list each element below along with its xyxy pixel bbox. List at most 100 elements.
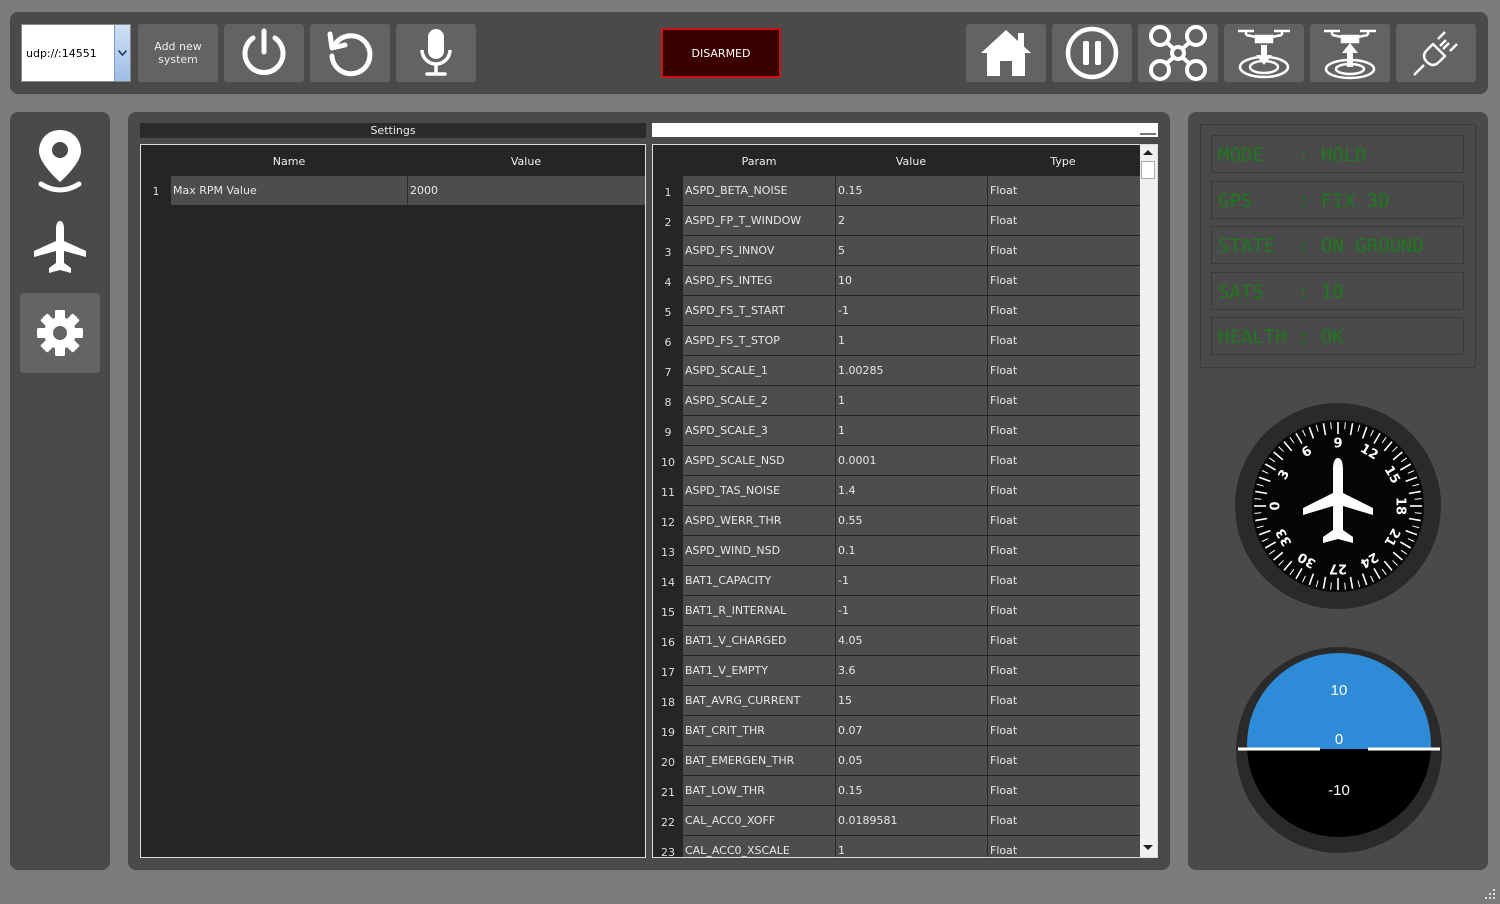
table-row[interactable]: 1 ASPD_BETA_NOISE 0.15 Float — [653, 176, 1140, 205]
param-value[interactable]: 0.1 — [838, 544, 856, 557]
param-type: Float — [990, 544, 1018, 557]
disconnect-button[interactable] — [1396, 24, 1476, 82]
scroll-up-arrow-icon[interactable] — [1143, 150, 1153, 155]
row-number: 16 — [661, 636, 675, 649]
pause-button[interactable] — [1052, 24, 1132, 82]
param-type: Float — [990, 514, 1018, 527]
param-value[interactable]: 0.07 — [838, 724, 863, 737]
column-separator — [987, 566, 988, 595]
param-value[interactable]: 10 — [838, 274, 852, 287]
param-type: Float — [990, 364, 1018, 377]
table-row[interactable]: 14 BAT1_CAPACITY -1 Float — [653, 566, 1140, 595]
table-row[interactable]: 10 ASPD_SCALE_NSD 0.0001 Float — [653, 446, 1140, 475]
table-row[interactable]: 6 ASPD_FS_T_STOP 1 Float — [653, 326, 1140, 355]
add-new-system-button[interactable]: Add new system — [138, 24, 218, 82]
microphone-button[interactable] — [396, 24, 476, 82]
reset-button[interactable] — [310, 24, 390, 82]
param-value[interactable]: 1 — [838, 844, 845, 857]
home-button[interactable] — [966, 24, 1046, 82]
connection-select[interactable]: udp://:14551 — [21, 24, 131, 82]
param-value[interactable]: 3.6 — [838, 664, 856, 677]
table-row[interactable]: 1 Max RPM Value 2000 — [141, 176, 645, 205]
nav-map-button[interactable] — [20, 121, 100, 201]
table-row[interactable]: 15 BAT1_R_INTERNAL -1 Float — [653, 596, 1140, 625]
table-row[interactable]: 21 BAT_LOW_THR 0.15 Float — [653, 776, 1140, 805]
params-scrollbar-thumb[interactable] — [1141, 161, 1155, 179]
param-type: Float — [990, 634, 1018, 647]
column-separator — [835, 416, 836, 445]
table-row[interactable]: 20 BAT_EMERGEN_THR 0.05 Float — [653, 746, 1140, 775]
table-row[interactable]: 18 BAT_AVRG_CURRENT 15 Float — [653, 686, 1140, 715]
param-value[interactable]: -1 — [838, 304, 849, 317]
land-button[interactable] — [1224, 24, 1304, 82]
drone-mode-button[interactable] — [1138, 24, 1218, 82]
resize-grip-icon[interactable] — [1484, 888, 1496, 900]
param-value[interactable]: 0.55 — [838, 514, 863, 527]
table-row[interactable]: 2 ASPD_FP_T_WINDOW 2 Float — [653, 206, 1140, 235]
table-row[interactable]: 13 ASPD_WIND_NSD 0.1 Float — [653, 536, 1140, 565]
row-number: 7 — [664, 366, 672, 379]
table-row[interactable]: 3 ASPD_FS_INNOV 5 Float — [653, 236, 1140, 265]
row-number: 14 — [661, 576, 675, 589]
param-value[interactable]: 4.05 — [838, 634, 863, 647]
table-row[interactable]: 4 ASPD_FS_INTEG 10 Float — [653, 266, 1140, 295]
param-name: ASPD_FS_INTEG — [685, 274, 773, 287]
scroll-down-arrow-icon[interactable] — [1143, 845, 1153, 850]
table-row[interactable]: 22 CAL_ACC0_XOFF 0.0189581 Float — [653, 806, 1140, 835]
param-name: ASPD_SCALE_1 — [685, 364, 768, 377]
table-row[interactable]: 16 BAT1_V_CHARGED 4.05 Float — [653, 626, 1140, 655]
armed-status-badge: DISARMED — [661, 28, 781, 78]
param-name: CAL_ACC0_XSCALE — [685, 844, 790, 857]
setting-value[interactable]: 2000 — [410, 184, 438, 197]
compass-tick — [1344, 582, 1346, 590]
param-value[interactable]: 1.4 — [838, 484, 856, 497]
nav-flight-button[interactable] — [20, 207, 100, 287]
row-number: 18 — [661, 696, 675, 709]
table-row[interactable]: 7 ASPD_SCALE_1 1.00285 Float — [653, 356, 1140, 385]
table-row[interactable]: 12 ASPD_WERR_THR 0.55 Float — [653, 506, 1140, 535]
chevron-down-icon[interactable] — [114, 25, 130, 81]
param-type: Float — [990, 664, 1018, 677]
table-row[interactable]: 17 BAT1_V_EMPTY 3.6 Float — [653, 656, 1140, 685]
table-row[interactable]: 11 ASPD_TAS_NOISE 1.4 Float — [653, 476, 1140, 505]
row-number: 19 — [661, 726, 675, 739]
takeoff-button[interactable] — [1310, 24, 1390, 82]
column-separator — [835, 326, 836, 355]
table-row[interactable]: 8 ASPD_SCALE_2 1 Float — [653, 386, 1140, 415]
params-search-bar[interactable] — [652, 123, 1158, 137]
param-value[interactable]: 0.0001 — [838, 454, 877, 467]
param-value[interactable]: 1 — [838, 334, 845, 347]
param-value[interactable]: 2 — [838, 214, 845, 227]
table-row[interactable]: 5 ASPD_FS_T_START -1 Float — [653, 296, 1140, 325]
nav-settings-button[interactable] — [20, 293, 100, 373]
column-separator — [987, 656, 988, 685]
param-value[interactable]: 0.15 — [838, 784, 863, 797]
param-value[interactable]: 15 — [838, 694, 852, 707]
column-separator — [987, 746, 988, 775]
param-type: Float — [990, 304, 1018, 317]
param-value[interactable]: 1 — [838, 424, 845, 437]
row-number: 22 — [661, 816, 675, 829]
params-table: Param Value Type 1 ASPD_BETA_NOISE 0.15 … — [652, 144, 1158, 858]
param-value[interactable]: 5 — [838, 244, 845, 257]
row-number: 11 — [661, 486, 675, 499]
param-value[interactable]: 0.0189581 — [838, 814, 898, 827]
param-value[interactable]: 1 — [838, 394, 845, 407]
param-value[interactable]: 0.15 — [838, 184, 863, 197]
status-mode: MODE : HOLD — [1211, 135, 1464, 173]
param-value[interactable]: 0.05 — [838, 754, 863, 767]
param-value[interactable]: -1 — [838, 604, 849, 617]
param-value[interactable]: -1 — [838, 574, 849, 587]
table-row[interactable]: 23 CAL_ACC0_XSCALE 1 Float — [653, 836, 1140, 857]
params-search-scroll-handle[interactable] — [1140, 125, 1156, 135]
compass-tick — [1254, 498, 1262, 500]
param-value[interactable]: 1.00285 — [838, 364, 884, 377]
drone-icon — [1149, 25, 1207, 81]
column-separator — [987, 416, 988, 445]
power-button[interactable] — [224, 24, 304, 82]
table-row[interactable]: 19 BAT_CRIT_THR 0.07 Float — [653, 716, 1140, 745]
params-scrollbar[interactable] — [1140, 145, 1157, 857]
column-separator — [835, 446, 836, 475]
table-row[interactable]: 9 ASPD_SCALE_3 1 Float — [653, 416, 1140, 445]
compass-tick — [1254, 512, 1262, 514]
